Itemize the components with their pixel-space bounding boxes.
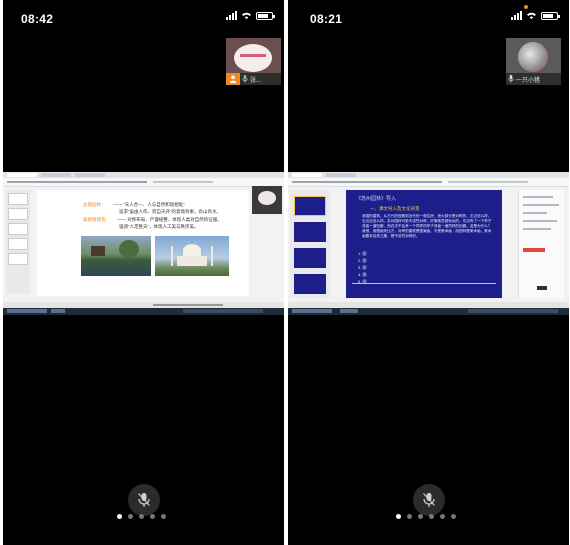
wifi-icon [242,12,251,20]
person-icon [226,73,240,85]
slide-thumbnails-panel [290,190,330,298]
slide-text-3: —— 对称布局、严谨规整、体现人类对自然的征服。 [117,217,222,222]
shared-screen[interactable]: 《苏州园林》导入 一、课文导入及文化背景 我国的建筑，从古代的宫殿到近代的一般住… [288,172,569,315]
mute-mic-button[interactable] [128,484,160,516]
battery-icon [541,11,560,20]
shared-screen[interactable]: 古典园林： —— “天人合一、人与自然和谐相处” 追求“虽由人作、宛自天开”的意… [3,172,284,315]
microphone-muted-icon [423,493,435,507]
taj-mahal-image [155,236,229,276]
slide-list-item: 4. 图 [358,272,367,277]
battery-icon [256,11,275,20]
slide-canvas: 古典园林： —— “天人合一、人与自然和谐相处” 追求“虽由人作、宛自天开”的意… [37,190,249,296]
properties-panel [518,190,564,298]
signal-icon [511,11,522,20]
phone-screen-left: 08:42 张... 古典园林： —— “天人合一、人与自然和谐相处” 追求“虽… [3,0,284,545]
status-dot [524,5,528,9]
slide-label-1: 古典园林： [83,202,106,207]
slide-title: 《苏州园林》导入 [356,196,397,202]
wifi-icon [527,12,536,20]
app-toolbar [3,178,284,187]
taskbar [3,308,284,315]
participant-thumbnail[interactable]: 张... [226,38,281,85]
mute-mic-button[interactable] [413,484,445,516]
slide-text-4: 强调“人定胜天”，体现人工美与秩序美。 [119,224,199,229]
participant-name: 张... [250,77,262,84]
microphone-icon [508,75,514,83]
avatar [234,44,272,72]
app-toolbar [288,178,569,187]
slide-body-line: 画要求自然之趣，是不讲究对称的。 [362,234,420,238]
slide-list-item: 2. 图 [358,258,367,263]
signal-icon [226,11,237,20]
slide-subtitle: 一、课文导入及文化背景 [370,206,420,211]
slide-text-1: —— “天人合一、人与自然和谐相处” [113,202,185,207]
slide-label-3: 泰姬陵建筑： [83,217,110,222]
microphone-icon [242,75,248,83]
phone-screen-right: 08:21 一只小猪 《苏州园林》导入 一、课文导入及文化背景 我国的建筑，从古… [288,0,569,545]
slide-body: 我国的建筑，从古代的宫殿到近代的一般住房，绝大部分是对称的，左边怎么样， 右边也怎… [362,214,496,239]
participant-thumbnail[interactable]: 一只小猪 [506,38,561,85]
status-icons [511,11,560,20]
status-time: 08:21 [310,12,343,26]
page-indicator [396,514,456,519]
avatar [518,42,548,72]
slide-list-item: 3. 图 [358,265,367,270]
slide-canvas: 《苏州园林》导入 一、课文导入及文化背景 我国的建筑，从古代的宫殿到近代的一般住… [346,190,502,298]
presenter-video [252,186,282,214]
taskbar [288,308,569,315]
microphone-muted-icon [138,493,150,507]
slide-thumbnails-panel [6,190,30,294]
slide-list: 1. 图 2. 图 3. 图 4. 图 5. 图 [358,250,366,285]
participant-name: 一只小猪 [516,77,541,84]
status-time: 08:42 [21,12,54,26]
page-indicator [117,514,166,519]
slide-text-2: 追求“虽由人作、宛自天开”的意境效果，有山有水。 [119,209,221,214]
slide-list-item: 1. 图 [358,251,367,256]
status-icons [226,11,275,20]
garden-image [81,236,151,276]
